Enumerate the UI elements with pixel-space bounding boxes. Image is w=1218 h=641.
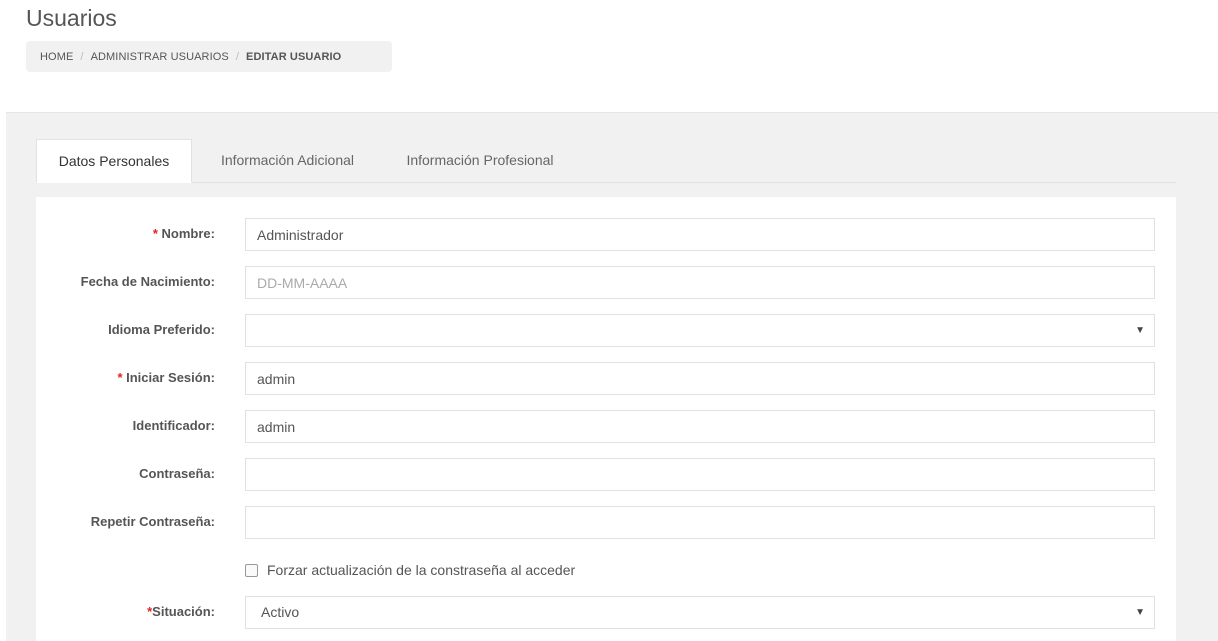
contrasena-label: Contraseña: [139,466,215,481]
row-iniciar-sesion: * Iniciar Sesión: [36,361,1176,395]
breadcrumb-separator: / [80,50,84,63]
forzar-actualizacion-row[interactable]: Forzar actualización de la constraseña a… [245,560,575,580]
situacion-select[interactable]: Activo ▼ [245,596,1155,629]
page-title: Usuarios [26,5,117,31]
iniciar-sesion-label: * Iniciar Sesión: [117,361,215,395]
chevron-down-icon: ▼ [1135,325,1145,336]
situacion-label-text: Situación: [152,604,215,619]
required-mark: * [152,226,158,241]
idioma-select[interactable]: ▼ [245,314,1155,347]
breadcrumb-administrar-usuarios[interactable]: ADMINISTRAR USUARIOS [91,51,229,63]
form-panel: * Nombre: Fecha de Nacimiento: Idioma Pr… [36,197,1176,641]
row-nombre: * Nombre: [36,217,1176,251]
nombre-label-text: Nombre: [161,226,215,241]
tab-datos-personales[interactable]: Datos Personales [36,139,192,183]
forzar-actualizacion-checkbox[interactable] [245,563,258,577]
identificador-input[interactable] [245,410,1155,443]
row-idioma: Idioma Preferido: ▼ [36,313,1176,347]
tab-informacion-profesional[interactable]: Información Profesional [389,139,571,181]
breadcrumb: HOME / ADMINISTRAR USUARIOS / EDITAR USU… [26,41,392,72]
breadcrumb-separator: / [235,50,240,63]
row-contrasena: Contraseña: [36,457,1176,491]
breadcrumb-editar-usuario: EDITAR USUARIO [246,50,342,63]
fecha-nacimiento-input[interactable] [245,266,1155,299]
iniciar-sesion-label-text: Iniciar Sesión: [126,370,215,385]
situacion-label: *Situación: [147,595,215,629]
contrasena-input[interactable] [245,458,1155,491]
row-repetir-contrasena: Repetir Contraseña: [36,505,1176,539]
row-identificador: Identificador: [36,409,1176,443]
breadcrumb-home[interactable]: HOME [40,51,73,63]
tab-informacion-adicional[interactable]: Información Adicional [206,139,369,181]
fecha-nacimiento-label: Fecha de Nacimiento: [80,274,215,289]
forzar-actualizacion-label: Forzar actualización de la constraseña a… [267,562,576,578]
required-mark: * [117,370,123,385]
content-area: Datos Personales Información Adicional I… [6,112,1218,641]
nombre-label: * Nombre: [153,217,215,251]
repetir-contrasena-label: Repetir Contraseña: [90,514,215,529]
tab-bar: Datos Personales Información Adicional I… [36,139,1176,183]
identificador-label: Identificador: [132,418,215,433]
idioma-label: Idioma Preferido: [108,322,215,337]
nombre-input[interactable] [245,218,1155,251]
repetir-contrasena-input[interactable] [245,506,1155,539]
chevron-down-icon: ▼ [1135,607,1145,618]
situacion-select-value: Activo [261,604,300,620]
iniciar-sesion-input[interactable] [245,362,1155,395]
row-situacion: *Situación: Activo ▼ [36,595,1176,629]
row-fecha-nacimiento: Fecha de Nacimiento: [36,265,1176,299]
